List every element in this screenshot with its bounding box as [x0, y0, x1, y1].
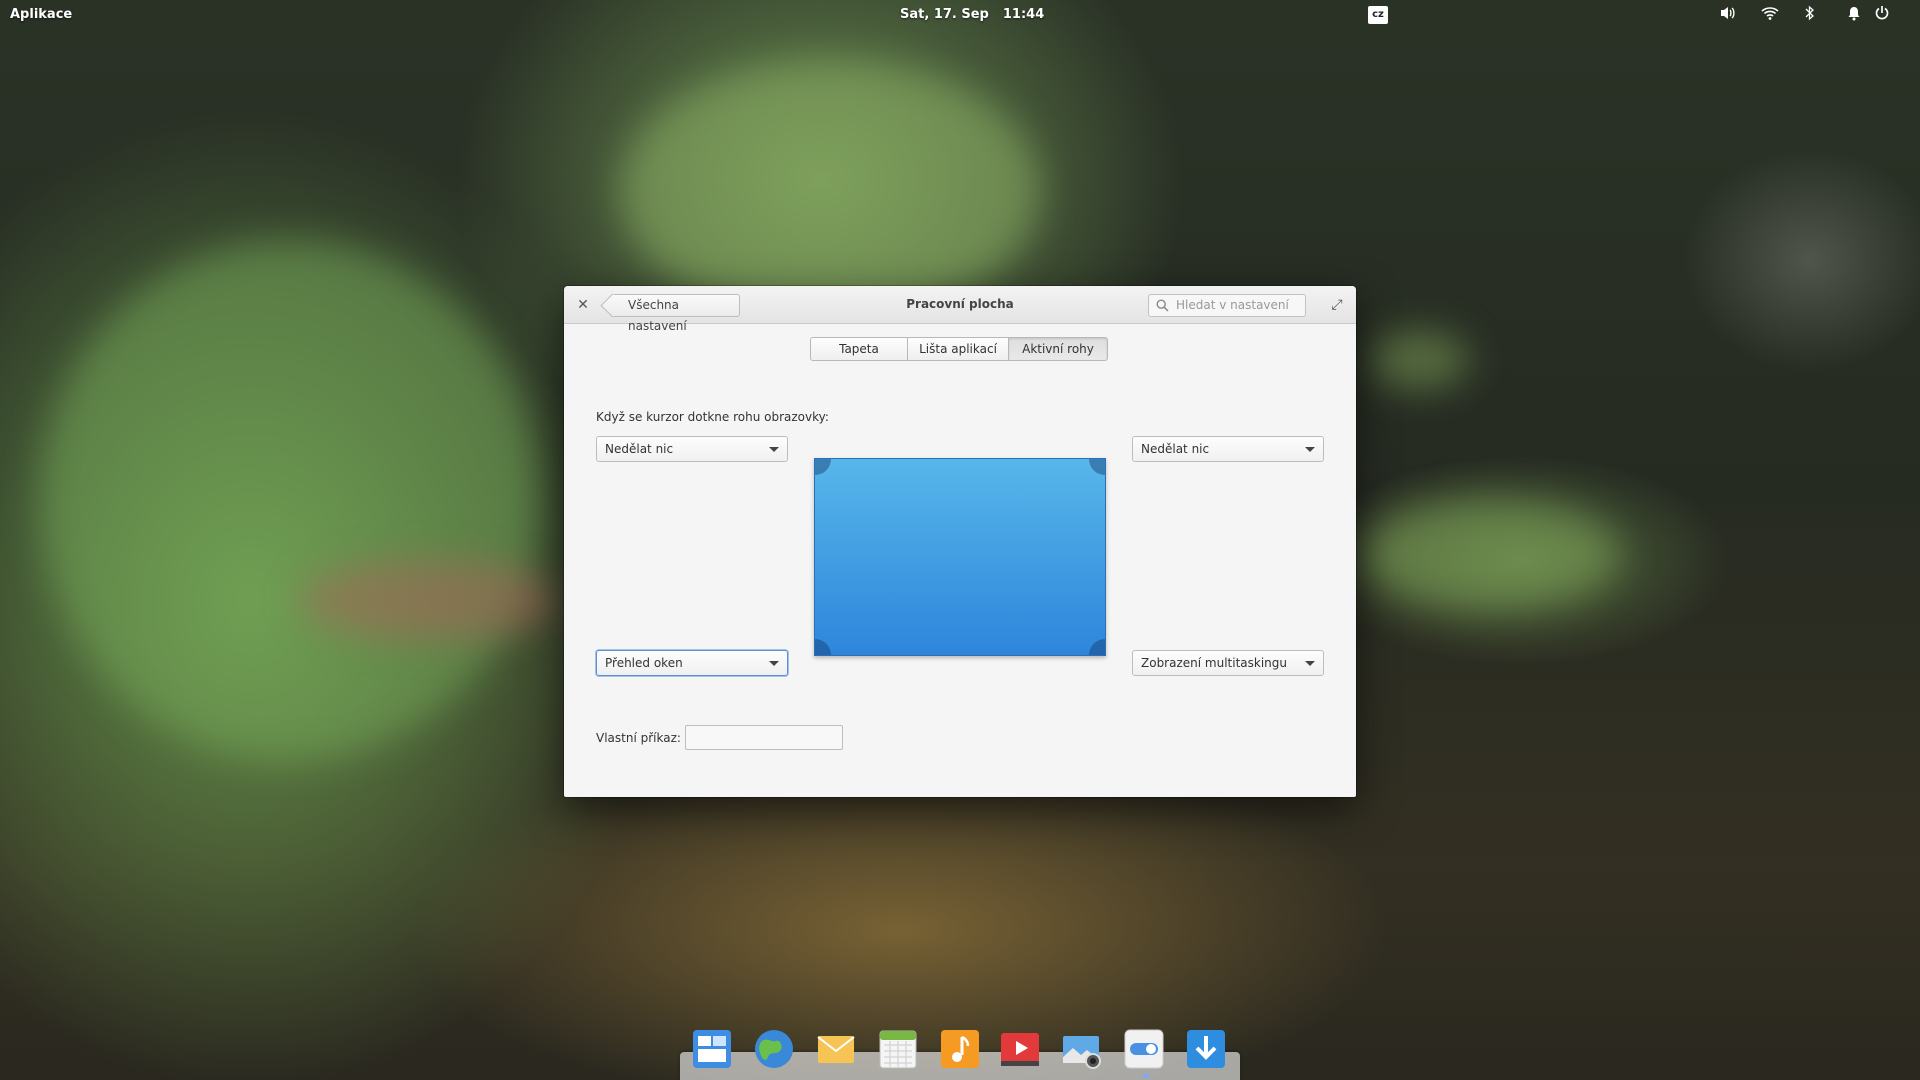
power-icon[interactable]	[1872, 5, 1892, 25]
tab-hot-corners[interactable]: Aktivní rohy	[1008, 337, 1108, 361]
system-settings-icon[interactable]	[1122, 1027, 1166, 1071]
appcenter-icon[interactable]	[1184, 1027, 1228, 1071]
tab-bar: Tapeta Lišta aplikací Aktivní rohy	[810, 337, 1108, 361]
time-label: 11:44	[1002, 7, 1045, 22]
keyboard-layout-indicator[interactable]: cz	[1368, 6, 1388, 24]
titlebar: ✕ Všechna nastavení Pracovní plocha Hled…	[564, 286, 1356, 333]
back-button[interactable]: Všechna nastavení	[610, 294, 740, 333]
search-icon	[1156, 299, 1169, 312]
top-left-corner-value: Nedělat nic	[605, 442, 674, 456]
custom-command-label: Vlastní příkaz:	[596, 731, 681, 745]
bottom-right-corner-select[interactable]: Zobrazení multitaskingu	[1132, 650, 1324, 676]
search-placeholder: Hledat v nastavení	[1176, 298, 1289, 312]
bluetooth-icon[interactable]	[1800, 5, 1820, 25]
search-input[interactable]: Hledat v nastavení	[1148, 294, 1306, 317]
web-browser-icon[interactable]	[752, 1027, 796, 1071]
hot-corner-top-right	[1089, 459, 1105, 475]
top-right-corner-select[interactable]: Nedělat nic	[1132, 436, 1324, 462]
top-panel: Aplikace Sat, 17. Sep 11:44 cz	[0, 0, 1920, 30]
bottom-right-corner-value: Zobrazení multitaskingu	[1141, 656, 1287, 670]
chevron-down-icon	[769, 661, 779, 666]
datetime-indicator[interactable]: Sat, 17. Sep 11:44	[900, 7, 1044, 22]
close-icon[interactable]: ✕	[574, 296, 592, 314]
applications-menu[interactable]: Aplikace	[10, 7, 72, 22]
bottom-left-corner-select[interactable]: Přehled oken	[596, 650, 788, 676]
wallpaper-foliage	[1360, 500, 1620, 610]
hot-corner-bottom-left	[815, 639, 831, 655]
mail-icon[interactable]	[814, 1027, 858, 1071]
top-right-corner-value: Nedělat nic	[1141, 442, 1210, 456]
wallpaper-foliage	[40, 240, 540, 760]
tab-dock[interactable]: Lišta aplikací	[907, 337, 1009, 361]
wifi-icon[interactable]	[1760, 5, 1780, 25]
top-left-corner-select[interactable]: Nedělat nic	[596, 436, 788, 462]
music-icon[interactable]	[938, 1027, 982, 1071]
chevron-down-icon	[1305, 447, 1315, 452]
wallpaper-foliage	[1370, 330, 1470, 390]
window-title: Pracovní plocha	[906, 297, 1014, 311]
settings-window: ✕ Všechna nastavení Pracovní plocha Hled…	[564, 286, 1356, 797]
calendar-icon[interactable]	[876, 1027, 920, 1071]
wallpaper-foliage	[300, 560, 560, 640]
chevron-down-icon	[769, 447, 779, 452]
videos-icon[interactable]	[998, 1027, 1042, 1071]
screen-preview	[814, 458, 1106, 656]
date-label: Sat, 17. Sep	[900, 7, 989, 22]
volume-icon[interactable]	[1718, 5, 1738, 25]
hot-corner-bottom-right	[1089, 639, 1105, 655]
custom-command-input[interactable]	[685, 725, 843, 750]
wallpaper-foliage	[620, 60, 1040, 320]
photos-icon[interactable]	[1060, 1027, 1104, 1071]
chevron-down-icon	[1305, 661, 1315, 666]
hot-corner-top-left	[815, 459, 831, 475]
notifications-icon[interactable]	[1844, 5, 1864, 25]
bottom-left-corner-value: Přehled oken	[605, 656, 683, 670]
maximize-icon[interactable]: ⤢	[1328, 296, 1346, 314]
tab-wallpaper[interactable]: Tapeta	[810, 337, 908, 361]
multitasking-icon[interactable]	[690, 1027, 734, 1071]
running-indicator	[1143, 1074, 1149, 1078]
hot-corners-prompt: Když se kurzor dotkne rohu obrazovky:	[596, 410, 829, 424]
